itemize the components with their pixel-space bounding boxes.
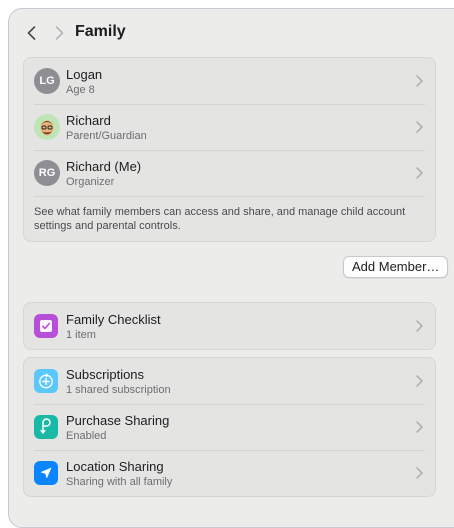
checklist-icon [34, 314, 58, 338]
chevron-right-icon [416, 467, 423, 479]
toolbar: Family [9, 9, 454, 59]
member-name: Richard (Me) [66, 159, 142, 174]
checklist-subtitle: 1 item [66, 329, 96, 341]
family-checklist-row[interactable]: Family Checklist 1 item [24, 303, 435, 349]
chevron-right-icon [55, 26, 63, 40]
chevron-right-icon [416, 421, 423, 433]
location-sharing-row[interactable]: Location Sharing Sharing with all family [24, 450, 435, 496]
avatar: RG [34, 160, 60, 186]
chevron-right-icon [416, 121, 423, 133]
memoji-avatar [34, 114, 60, 140]
purchase-sharing-row[interactable]: Purchase Sharing Enabled [24, 404, 435, 450]
service-title: Purchase Sharing [66, 413, 170, 428]
service-subtitle: 1 shared subscription [66, 384, 171, 396]
forward-button[interactable] [47, 21, 71, 45]
family-description: See what family members can access and s… [24, 196, 435, 241]
subscriptions-icon [34, 369, 58, 393]
member-row-richard-me[interactable]: RG Richard (Me) Organizer [24, 150, 435, 196]
back-button[interactable] [19, 21, 43, 45]
service-title: Location Sharing [66, 459, 164, 474]
member-role: Organizer [66, 176, 115, 188]
family-checklist-card: Family Checklist 1 item [23, 302, 436, 350]
page-title: Family [75, 23, 126, 40]
subscriptions-row[interactable]: Subscriptions 1 shared subscription [24, 358, 435, 404]
member-name: Logan [66, 67, 103, 82]
member-role: Age 8 [66, 84, 95, 96]
member-row-logan[interactable]: LG Logan Age 8 [24, 58, 435, 104]
member-row-richard[interactable]: Richard Parent/Guardian [24, 104, 435, 150]
location-arrow-icon [34, 461, 58, 485]
family-services-card: Subscriptions 1 shared subscription Purc… [23, 357, 436, 497]
member-name: Richard [66, 113, 111, 128]
add-member-button[interactable]: Add Member… [343, 256, 449, 278]
avatar: LG [34, 68, 60, 94]
service-title: Subscriptions [66, 367, 145, 382]
service-subtitle: Enabled [66, 430, 107, 442]
family-members-card: LG Logan Age 8 Richard Parent/Guardian R… [23, 57, 436, 242]
member-role: Parent/Guardian [66, 130, 147, 142]
chevron-left-icon [27, 26, 35, 40]
service-subtitle: Sharing with all family [66, 476, 173, 488]
checklist-title: Family Checklist [66, 312, 161, 327]
settings-window: Family LG Logan Age 8 Richard Parent/Gua… [8, 8, 454, 528]
chevron-right-icon [416, 75, 423, 87]
chevron-right-icon [416, 375, 423, 387]
purchase-sharing-icon [34, 415, 58, 439]
chevron-right-icon [416, 167, 423, 179]
chevron-right-icon [416, 320, 423, 332]
